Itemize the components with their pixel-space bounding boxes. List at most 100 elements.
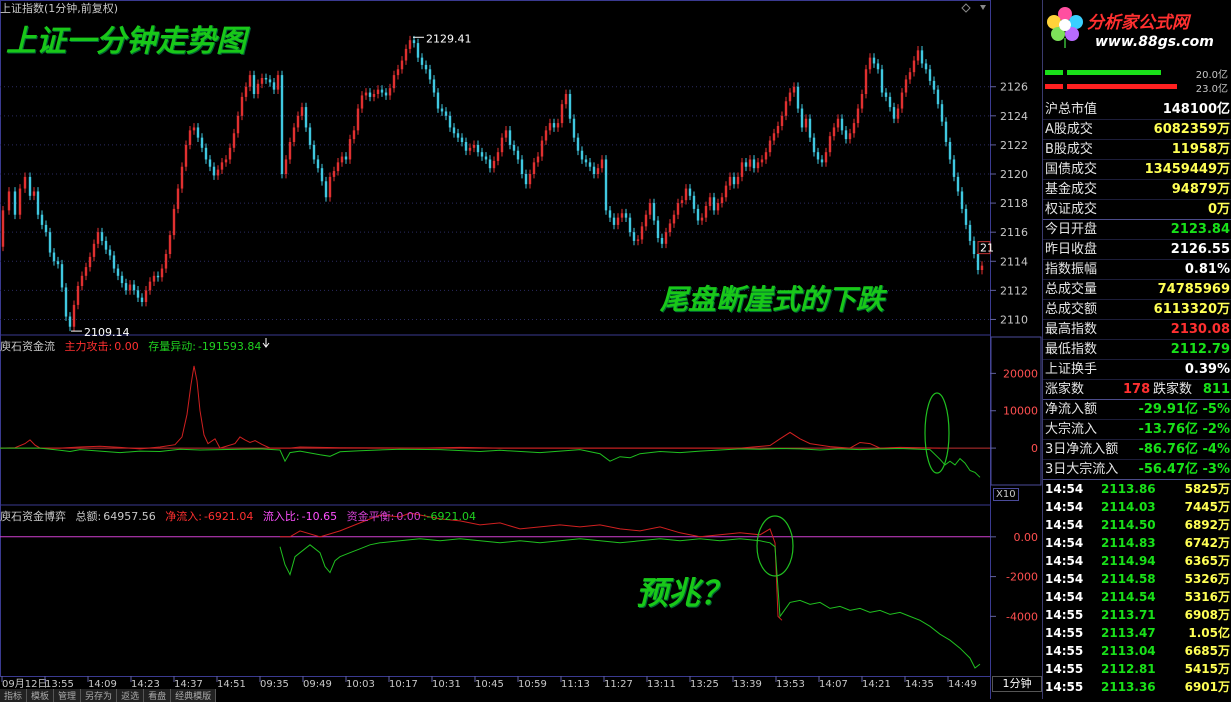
candle-body bbox=[324, 181, 328, 198]
candle-body bbox=[944, 121, 948, 142]
candle-body bbox=[512, 144, 516, 151]
tab-reselect[interactable]: 返选 bbox=[117, 689, 145, 702]
candle-body bbox=[532, 162, 536, 174]
candle-body bbox=[204, 147, 208, 160]
indicator2-name: 庾石资金博弈 bbox=[0, 510, 66, 523]
tab-classic-template[interactable]: 经典模版 bbox=[171, 689, 217, 702]
candle-body bbox=[760, 159, 764, 163]
rise-value: 178 bbox=[1123, 382, 1151, 397]
candle-body bbox=[456, 133, 460, 138]
info-value: 6113320万 bbox=[1153, 302, 1230, 317]
candle-body bbox=[608, 210, 612, 218]
candle-body bbox=[700, 217, 704, 221]
tick-time: 14:54 bbox=[1045, 482, 1084, 496]
candle-body bbox=[868, 57, 872, 70]
candle-body bbox=[696, 208, 700, 221]
candle-body bbox=[900, 92, 904, 109]
candle-body bbox=[880, 69, 884, 93]
candle-body bbox=[820, 159, 824, 163]
y-tick-label: 0.00 bbox=[1014, 531, 1039, 544]
candle-body bbox=[828, 136, 832, 153]
tick-price: 2114.50 bbox=[1101, 518, 1156, 532]
candle-body bbox=[960, 191, 964, 209]
green-bar bbox=[1045, 70, 1063, 75]
tab-template[interactable]: 模板 bbox=[27, 689, 55, 702]
candle-body bbox=[536, 156, 540, 163]
extra-value: :-6921.04 bbox=[422, 510, 476, 523]
candle-body bbox=[116, 268, 120, 276]
candle-body bbox=[148, 281, 152, 291]
candle-body bbox=[384, 92, 388, 96]
candle-body bbox=[480, 152, 484, 157]
candle-body bbox=[604, 159, 608, 211]
flow-value: -56.47亿 bbox=[1138, 462, 1198, 477]
candle-body bbox=[364, 92, 368, 96]
info-row: B股成交 11958万 bbox=[1043, 140, 1231, 160]
info-label: 总成交额 bbox=[1045, 302, 1098, 317]
tab-watch[interactable]: 看盘 bbox=[144, 689, 172, 702]
info-label: 最低指数 bbox=[1045, 342, 1098, 357]
tab-indicator[interactable]: 指标 bbox=[0, 689, 28, 702]
logo-url: www.88gs.com bbox=[1095, 34, 1214, 50]
candle-body bbox=[908, 72, 912, 80]
candle-body bbox=[580, 150, 584, 160]
tick-price: 2113.71 bbox=[1101, 608, 1156, 622]
candle-body bbox=[752, 159, 756, 169]
tick-volume: 6901万 bbox=[1184, 680, 1230, 694]
tick-row: 14:55 2113.47 1.05亿 bbox=[1043, 624, 1231, 642]
candle-body bbox=[72, 304, 76, 327]
rise-label: 涨家数 bbox=[1045, 382, 1085, 397]
info-label: 总成交量 bbox=[1045, 282, 1098, 297]
candle-body bbox=[212, 166, 216, 176]
tick-time: 14:55 bbox=[1045, 626, 1084, 640]
candle-body bbox=[236, 115, 240, 134]
period-button[interactable]: 1分钟 bbox=[992, 676, 1042, 692]
tick-time: 14:54 bbox=[1045, 554, 1084, 568]
candle-body bbox=[140, 297, 144, 302]
candle-body bbox=[348, 139, 352, 160]
tick-price: 2113.86 bbox=[1101, 482, 1156, 496]
candle-body bbox=[588, 162, 592, 167]
tick-price: 2113.36 bbox=[1101, 680, 1156, 694]
candle-body bbox=[592, 166, 596, 174]
bar1-value: 20.0亿 bbox=[1195, 70, 1228, 81]
candle-body bbox=[68, 316, 72, 327]
info-row: 沪总市值 148100亿 bbox=[1043, 100, 1231, 120]
info-value: 148100亿 bbox=[1162, 102, 1230, 117]
candle-body bbox=[764, 152, 768, 160]
candle-body bbox=[772, 133, 776, 141]
tick-row: 14:54 2114.50 6892万 bbox=[1043, 516, 1231, 534]
tab-manage[interactable]: 管理 bbox=[54, 689, 82, 702]
candle-body bbox=[680, 200, 684, 204]
candle-body bbox=[7, 191, 11, 211]
candle-body bbox=[672, 214, 676, 224]
candle-body bbox=[724, 185, 728, 198]
candle-body bbox=[152, 275, 156, 282]
candle-body bbox=[168, 235, 172, 254]
bar-row-2: 23.0亿 bbox=[1043, 80, 1231, 95]
candle-body bbox=[892, 107, 896, 119]
chevron-down-icon bbox=[980, 5, 986, 10]
info-label: A股成交 bbox=[1045, 122, 1093, 137]
candle-body bbox=[712, 197, 716, 211]
tick-price: 2114.94 bbox=[1101, 554, 1156, 568]
candle-body bbox=[796, 86, 800, 109]
candle-body bbox=[552, 123, 556, 128]
tick-time: 14:54 bbox=[1045, 518, 1084, 532]
tab-save-as[interactable]: 另存为 bbox=[81, 689, 118, 702]
flow-label: 3日大宗流入 bbox=[1045, 462, 1119, 477]
flow-row: 3日净流入额 -86.76亿 -4% bbox=[1043, 440, 1231, 460]
candle-body bbox=[424, 64, 428, 70]
candle-body bbox=[872, 57, 876, 64]
candle-body bbox=[904, 79, 908, 93]
candle-body bbox=[784, 101, 788, 116]
candle-body bbox=[572, 118, 576, 138]
info-label: B股成交 bbox=[1045, 142, 1093, 157]
tick-time: 14:54 bbox=[1045, 590, 1084, 604]
candle-body bbox=[832, 127, 836, 137]
candle-body bbox=[720, 197, 724, 204]
series-line bbox=[0, 365, 941, 450]
candle-body bbox=[232, 133, 236, 148]
candle-body bbox=[844, 130, 848, 140]
candle-body bbox=[524, 174, 528, 185]
